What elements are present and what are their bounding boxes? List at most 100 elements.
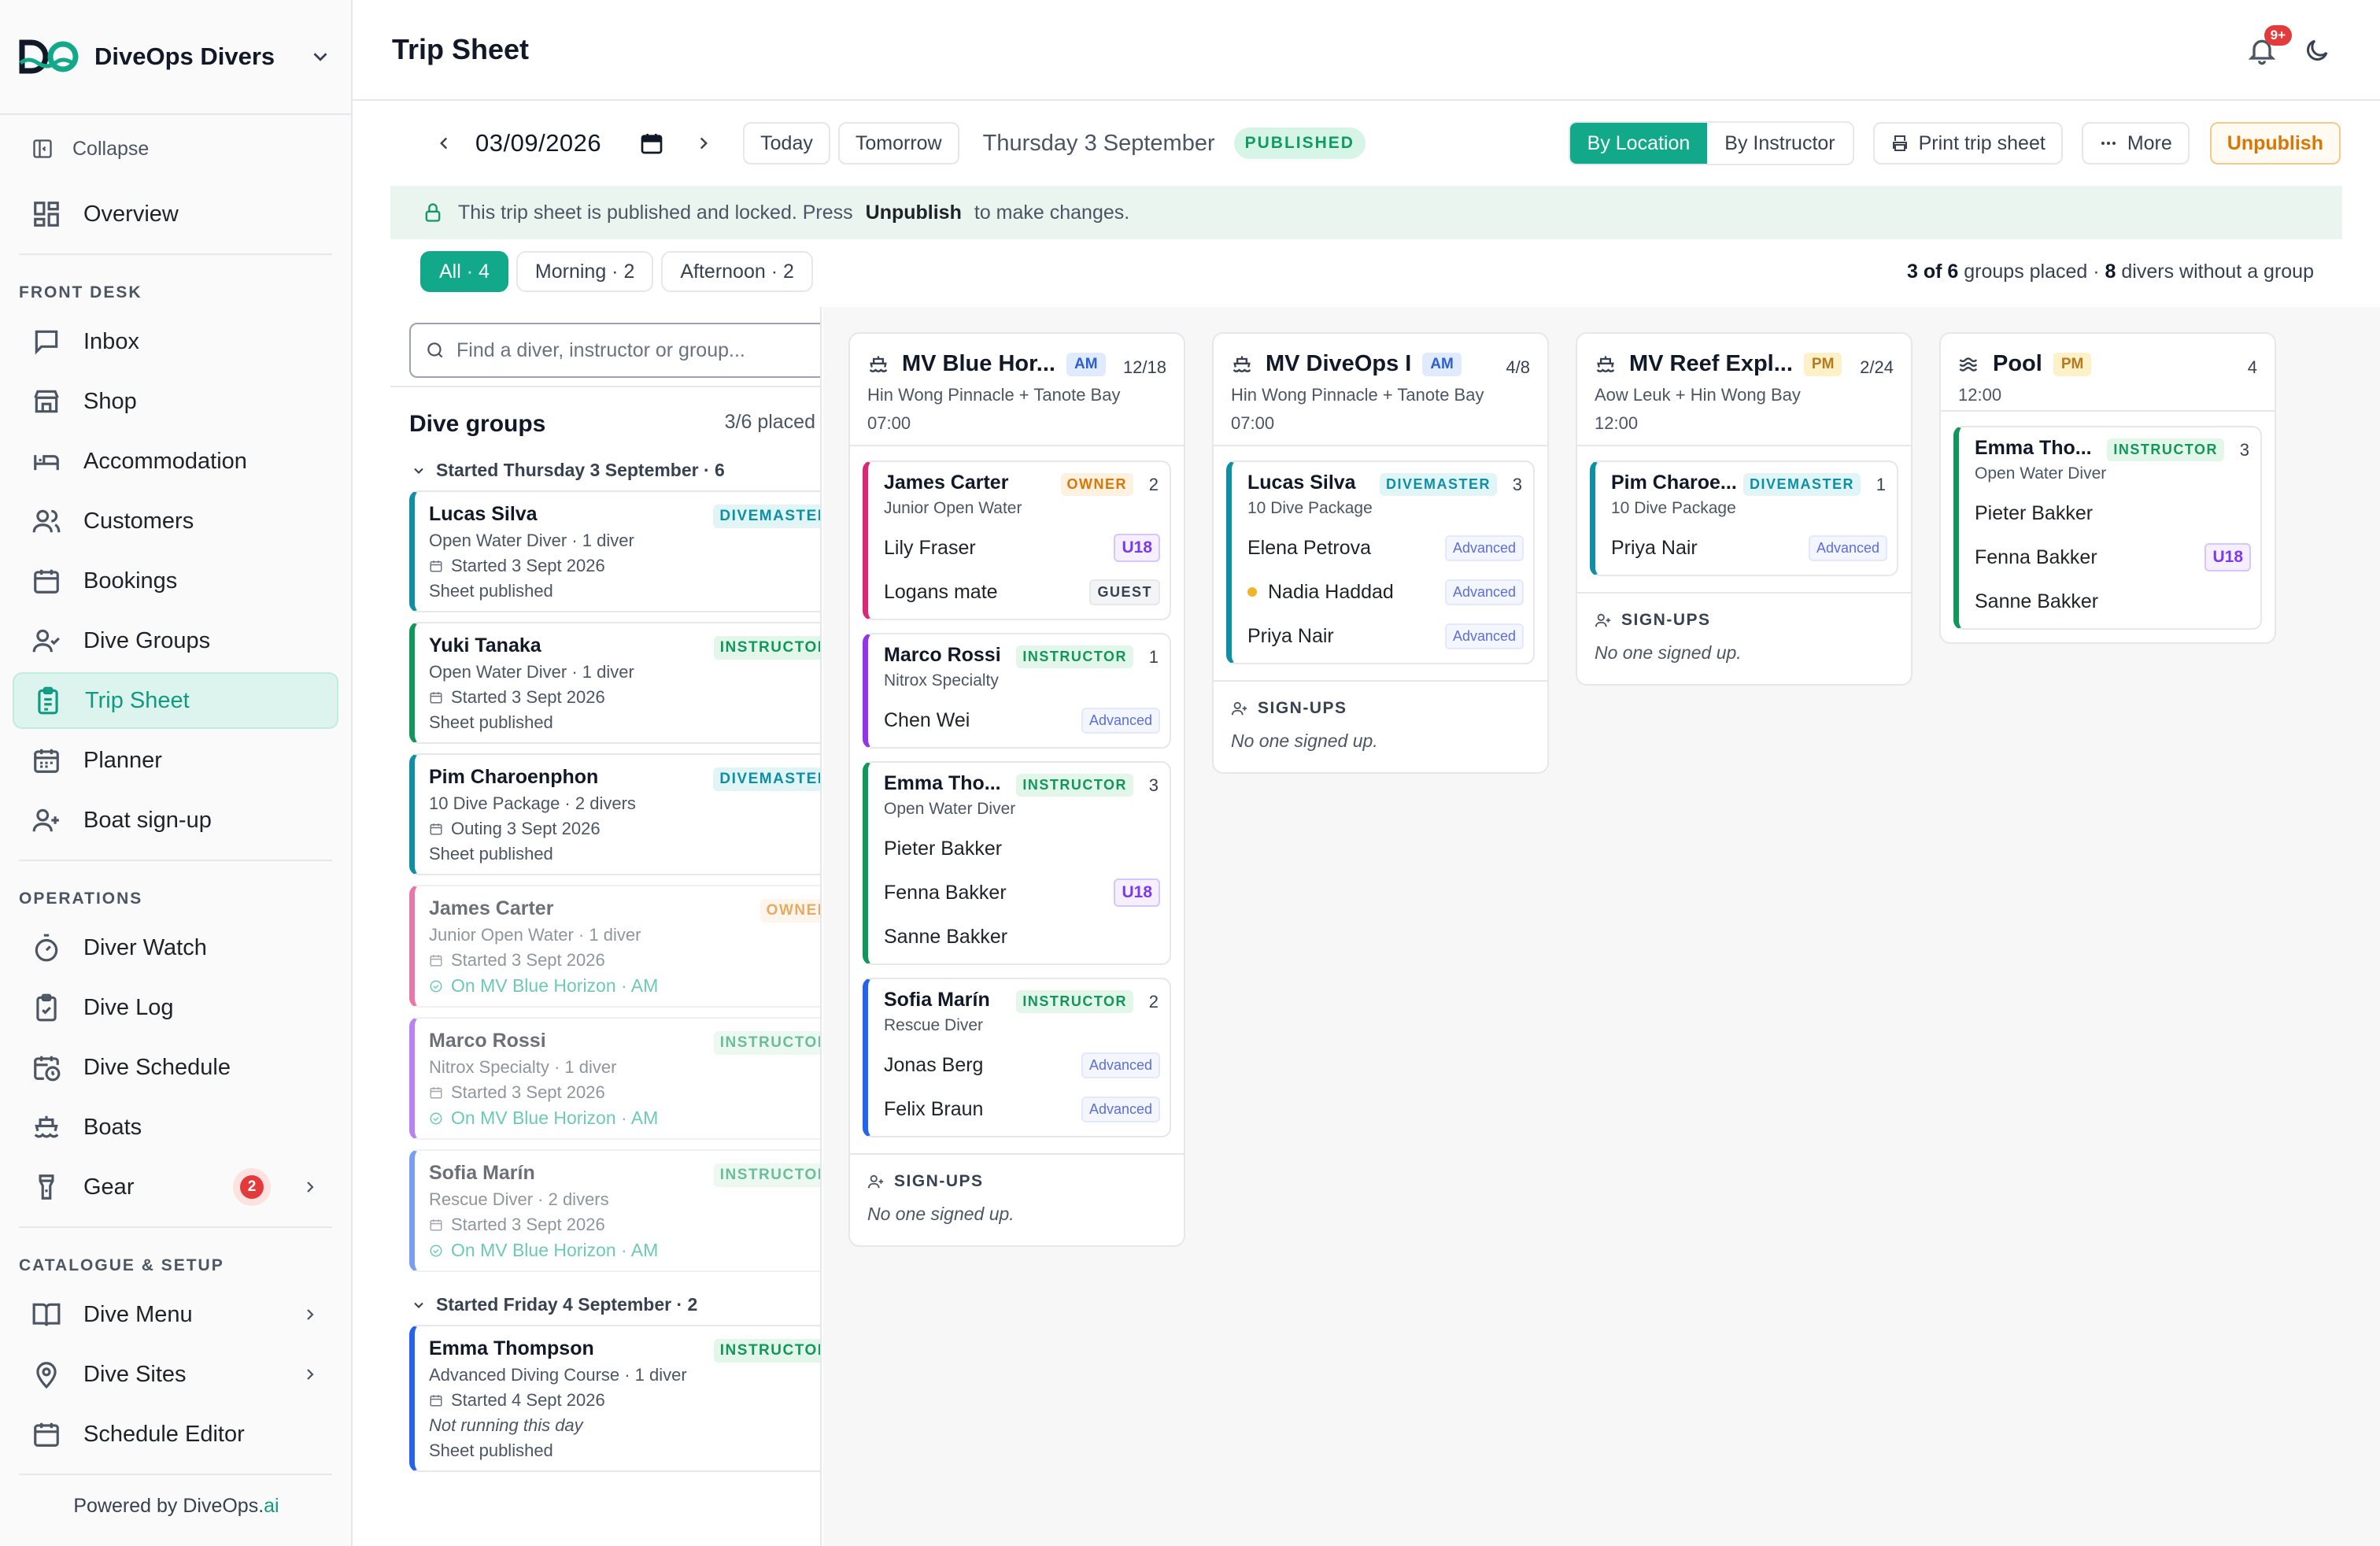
calendar-picker-icon[interactable] [639,131,664,156]
capacity: 4/8 [1506,357,1530,377]
print-button[interactable]: Print trip sheet [1872,122,2063,165]
today-button[interactable]: Today [743,122,830,165]
assigned-group[interactable]: Emma Tho... INSTRUCTOR 3 Open Water Dive… [863,761,1171,965]
diver-row[interactable]: Pieter Bakker [884,827,1160,871]
group-card[interactable]: James Carter OWNER Junior Open Water · 1… [409,885,820,1008]
prev-day-button[interactable] [428,128,460,159]
date-input[interactable]: 03/09/2026 [475,129,601,157]
view-by-instructor[interactable]: By Instructor [1707,123,1853,164]
assigned-group[interactable]: Pim Charoe... DIVEMASTER 1 10 Dive Packa… [1590,460,1898,576]
filter-morning[interactable]: Morning · 2 [516,251,654,292]
u18-tag: U18 [2204,543,2251,571]
sidebar-item-customers[interactable]: Customers [13,493,338,549]
assigned-group[interactable]: Sofia Marín INSTRUCTOR 2 Rescue Diver Jo… [863,978,1171,1137]
group-section-toggle[interactable]: Started Friday 4 September · 2 [390,1272,820,1315]
sidebar-item-dive-sites[interactable]: Dive Sites [13,1346,338,1403]
diver-row[interactable]: Fenna Bakker U18 [884,871,1160,915]
group-card[interactable]: Pim Charoenphon DIVEMASTER 10 Dive Packa… [409,753,820,875]
group-note: Not running this day [429,1415,583,1435]
sidebar-item-label: Inbox [83,328,139,354]
column-body: James Carter OWNER 2 Junior Open Water L… [850,446,1184,1153]
diver-count: 3 [1512,475,1522,494]
assigned-group[interactable]: Marco Rossi INSTRUCTOR 1 Nitrox Specialt… [863,633,1171,749]
view-by-location[interactable]: By Location [1569,123,1708,164]
sidebar-item-inbox[interactable]: Inbox [13,313,338,370]
groups-count: 3/6 placed [724,411,815,433]
sidebar-item-dive-log[interactable]: Dive Log [13,979,338,1036]
sidebar-item-boat-signup[interactable]: Boat sign-up [13,792,338,849]
sidebar-item-label: Accommodation [83,448,247,474]
search-input[interactable]: Find a diver, instructor or group... [409,323,820,378]
group-course: Junior Open Water [884,499,1022,517]
moon-icon[interactable] [2303,36,2331,65]
group-card[interactable]: Yuki Tanaka INSTRUCTOR Open Water Diver … [409,622,820,744]
diver-row[interactable]: Felix Braun Advanced [884,1087,1160,1131]
sidebar-item-planner[interactable]: Planner [13,732,338,789]
more-button[interactable]: More [2081,122,2190,165]
group-course: 10 Dive Package [1611,499,1736,517]
unpublish-button[interactable]: Unpublish [2209,122,2341,165]
diver-row[interactable]: Logans mate GUEST [884,570,1160,614]
group-card[interactable]: Sofia Marín INSTRUCTOR Rescue Diver · 2 … [409,1149,820,1272]
level-tag: Advanced [1444,579,1524,605]
role-badge: INSTRUCTOR [1016,645,1133,668]
assigned-group[interactable]: Emma Tho... INSTRUCTOR 3 Open Water Dive… [1953,426,2262,630]
diver-name: Lily Fraser [884,536,976,559]
diver-row[interactable]: Elena Petrova Advanced [1247,526,1524,570]
user-plus-icon [1595,613,1611,627]
sidebar-item-label: Schedule Editor [83,1421,245,1447]
next-day-button[interactable] [688,128,719,159]
assigned-group[interactable]: Lucas Silva DIVEMASTER 3 10 Dive Package… [1226,460,1535,664]
sidebar-item-accommodation[interactable]: Accommodation [13,433,338,490]
sidebar-item-shop[interactable]: Shop [13,373,338,430]
filter-afternoon[interactable]: Afternoon · 2 [661,251,813,292]
stopwatch-icon [35,934,58,962]
sidebar-item-boats[interactable]: Boats [13,1099,338,1156]
diver-row[interactable]: Nadia Haddad Advanced [1247,570,1524,614]
diver-name: Nadia Haddad [1268,580,1394,603]
diver-count: 2 [1148,475,1159,494]
sidebar-item-dive-schedule[interactable]: Dive Schedule [13,1039,338,1096]
diver-name: Pieter Bakker [1975,501,2094,524]
diver-row[interactable]: Fenna Bakker U18 [1975,535,2251,579]
sidebar-item-label: Dive Log [83,994,174,1020]
group-start-text: Outing 3 Sept 2026 [451,819,601,838]
group-card[interactable]: Emma Thompson INSTRUCTOR Advanced Diving… [409,1325,820,1472]
diver-row[interactable]: Jonas Berg Advanced [884,1043,1160,1087]
filter-all[interactable]: All · 4 [420,251,508,292]
brand-switcher[interactable]: DiveOps Divers [0,0,351,115]
sidebar-item-trip-sheet[interactable]: Trip Sheet [13,672,338,729]
group-status: Sheet published [429,844,553,864]
diver-row[interactable]: Sanne Bakker [1975,579,2251,623]
assigned-group[interactable]: James Carter OWNER 2 Junior Open Water L… [863,460,1171,620]
diver-row[interactable]: Priya Nair Advanced [1611,526,1887,570]
collapse-button[interactable]: Collapse [0,115,351,183]
diver-row[interactable]: Pieter Bakker [1975,491,2251,535]
search-icon [427,342,443,358]
diver-row[interactable]: Priya Nair Advanced [1247,614,1524,658]
diveops-logo [19,39,79,74]
group-course: Advanced Diving Course · 1 diver [429,1365,687,1385]
sidebar-item-overview[interactable]: Overview [13,186,338,242]
powered-by: Powered by DiveOps.ai [0,1495,353,1518]
group-card[interactable]: Lucas Silva DIVEMASTER Open Water Diver … [409,490,820,612]
sidebar-item-gear[interactable]: Gear 2 [13,1159,338,1215]
print-label: Print trip sheet [1918,131,2046,154]
sidebar-item-schedule-editor[interactable]: Schedule Editor [13,1406,338,1463]
group-card[interactable]: Marco Rossi INSTRUCTOR Nitrox Specialty … [409,1017,820,1140]
sidebar-item-bookings[interactable]: Bookings [13,553,338,609]
notification-badge: 9+ [2264,25,2292,46]
group-section-toggle[interactable]: Started Thursday 3 September · 6 [390,438,820,481]
diver-row[interactable]: Chen Wei Advanced [884,698,1160,742]
groups-title: Dive groups [409,411,546,437]
tomorrow-button[interactable]: Tomorrow [837,122,959,165]
section-catalogue: CATALOGUE & SETUP [19,1256,224,1274]
group-course: Rescue Diver [884,1016,984,1034]
shop-icon [34,390,59,413]
sidebar-item-diver-watch[interactable]: Diver Watch [13,919,338,976]
sidebar-item-dive-menu[interactable]: Dive Menu [13,1286,338,1343]
group-status: Sheet published [429,712,553,732]
diver-row[interactable]: Sanne Bakker [884,915,1160,959]
diver-row[interactable]: Lily Fraser U18 [884,526,1160,570]
sidebar-item-dive-groups[interactable]: Dive Groups [13,612,338,669]
